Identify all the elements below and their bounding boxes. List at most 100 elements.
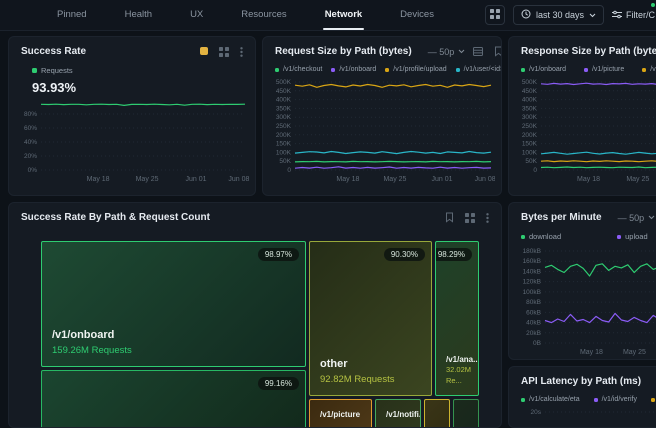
api-latency-chart[interactable]: 20s <box>515 405 656 428</box>
response-size-chart[interactable]: 050K100K150K200K250K300K350K400K450K500K… <box>515 77 656 183</box>
bytes-per-minute-chart[interactable]: 0B20kB40kB60kB80kB100kB120kB140kB160kB18… <box>515 246 656 356</box>
svg-text:140kB: 140kB <box>523 268 541 275</box>
kebab-menu-icon[interactable] <box>486 213 489 223</box>
alert-indicator-icon[interactable] <box>200 47 208 56</box>
panel-success-rate: Success Rate Requests 93.93% 0%20%40%60%… <box>8 36 256 196</box>
svg-text:0: 0 <box>287 167 291 174</box>
treemap-cell[interactable] <box>424 399 450 428</box>
chevron-down-icon <box>648 215 655 220</box>
svg-text:0%: 0% <box>28 167 38 174</box>
legend-item[interactable]: /v1/picture <box>584 66 624 73</box>
svg-text:May 18: May 18 <box>577 176 600 183</box>
legend-dot <box>521 68 525 72</box>
panel-title: Success Rate <box>21 46 86 57</box>
treemap-cell[interactable]: /v1/picture <box>309 399 372 428</box>
chevron-down-icon <box>458 49 465 54</box>
legend-dot <box>651 398 655 402</box>
pin-icon[interactable] <box>494 46 502 57</box>
legend-label: /v1/profile/upload <box>393 66 446 73</box>
aggregation-dropdown[interactable]: — 50p <box>618 213 656 223</box>
status-dot <box>651 3 655 7</box>
svg-text:40kB: 40kB <box>526 320 541 327</box>
aggregation-label: — 50p <box>618 213 645 223</box>
treemap-cell-label: /v1/onboard <box>52 328 295 343</box>
legend-item[interactable]: /v1/id/verify <box>594 396 637 403</box>
legend-label: /v1/onboard <box>339 66 376 73</box>
panel-success-by-path: Success Rate By Path & Request Count 98.… <box>8 202 502 428</box>
legend-label: /v1/pro <box>650 66 656 73</box>
top-nav: Pinned Health UX Resources Network Devic… <box>0 0 656 31</box>
sliders-icon <box>612 10 622 21</box>
legend-item[interactable]: /v1/user/<id>/profile <box>456 66 502 73</box>
svg-text:50K: 50K <box>279 158 291 165</box>
pin-icon[interactable] <box>445 212 454 223</box>
success-rate-badge: 98.97% <box>258 248 299 261</box>
tab-pinned[interactable]: Pinned <box>57 0 87 30</box>
legend-item[interactable]: upload <box>617 232 648 241</box>
svg-text:200K: 200K <box>522 132 538 139</box>
expand-icon[interactable] <box>465 213 475 223</box>
svg-text:May 25: May 25 <box>383 176 406 183</box>
legend-item[interactable]: /v1/pro <box>642 66 656 73</box>
legend-item[interactable]: download <box>521 232 561 241</box>
svg-text:May 25: May 25 <box>626 176 649 183</box>
treemap-cell-count: 92.82M Requests <box>320 373 421 386</box>
time-range-dropdown[interactable]: last 30 days <box>513 5 604 25</box>
svg-text:150K: 150K <box>276 141 292 148</box>
svg-text:120kB: 120kB <box>523 279 541 286</box>
treemap-cell[interactable] <box>453 399 479 428</box>
tab-network[interactable]: Network <box>325 0 362 30</box>
legend-item[interactable]: Requests <box>32 66 73 75</box>
panel-header: Bytes per Minute — 50p <box>509 203 656 223</box>
panel-header: Success Rate <box>9 37 255 57</box>
svg-text:250K: 250K <box>522 123 538 130</box>
svg-text:May 18: May 18 <box>336 176 359 183</box>
request-size-chart[interactable]: 050K100K150K200K250K300K350K400K450K500K… <box>269 77 495 183</box>
time-range-label: last 30 days <box>536 10 584 20</box>
svg-text:250K: 250K <box>276 123 292 130</box>
filter-compare-button[interactable]: Filter/C <box>612 10 655 21</box>
panel-request-size: Request Size by Path (bytes) — 50p /v1/c… <box>262 36 502 196</box>
expand-icon[interactable] <box>219 47 229 57</box>
legend-dot <box>331 68 335 72</box>
chevron-down-icon <box>589 10 596 20</box>
legend-item[interactable]: /v1/onbo <box>651 396 656 403</box>
legend-item[interactable]: /v1/checkout <box>275 66 322 73</box>
panel-response-size: Response Size by Path (bytes) — 50p /v1/… <box>508 36 656 196</box>
svg-text:Jun 08: Jun 08 <box>475 176 495 183</box>
legend-item[interactable]: /v1/calculate/eta <box>521 396 580 403</box>
aggregation-label: — 50p <box>428 47 455 57</box>
legend-label: /v1/onboard <box>529 66 566 73</box>
treemap-cell[interactable]: 98.97%/v1/onboard159.26M Requests <box>41 241 306 367</box>
panel-header: API Latency by Path (ms) — 50p <box>509 367 656 387</box>
svg-text:20s: 20s <box>531 409 542 416</box>
legend-item[interactable]: /v1/profile/upload <box>385 66 446 73</box>
kebab-menu-icon[interactable] <box>240 47 243 57</box>
svg-text:20%: 20% <box>24 153 37 160</box>
grid-layout-button[interactable] <box>485 5 505 25</box>
treemap-cell[interactable]: 98.29%/v1/ana...32.02M Re... <box>435 241 479 396</box>
legend-item[interactable]: /v1/onboard <box>521 66 566 73</box>
tab-ux[interactable]: UX <box>190 0 203 30</box>
tab-health[interactable]: Health <box>125 0 152 30</box>
treemap-cell[interactable]: 90.30%other92.82M Requests <box>309 241 432 396</box>
svg-text:May 18: May 18 <box>580 349 603 356</box>
table-view-icon[interactable] <box>473 47 483 56</box>
panel-title: API Latency by Path (ms) <box>521 376 641 387</box>
treemap-cell-label: /v1/ana... <box>446 354 468 365</box>
success-rate-chart[interactable]: 0%20%40%60%80%May 18May 25Jun 01Jun 08 <box>15 95 249 183</box>
treemap-cell-count: 32.02M Re... <box>446 365 468 386</box>
legend-label: /v1/calculate/eta <box>529 396 580 403</box>
legend-label: /v1/user/<id>/profile <box>464 66 502 73</box>
tab-resources[interactable]: Resources <box>241 0 286 30</box>
svg-text:Jun 01: Jun 01 <box>431 176 452 183</box>
success-rate-badge: 90.30% <box>384 248 425 261</box>
treemap: 98.97%/v1/onboard159.26M Requests99.16%9… <box>41 241 479 428</box>
panel-title: Bytes per Minute <box>521 212 602 223</box>
aggregation-dropdown[interactable]: — 50p <box>428 47 466 57</box>
svg-text:Jun 08: Jun 08 <box>228 176 249 183</box>
legend-item[interactable]: /v1/onboard <box>331 66 376 73</box>
treemap-cell[interactable]: 99.16% <box>41 370 306 428</box>
treemap-cell[interactable]: /v1/notifi... <box>375 399 421 428</box>
tab-devices[interactable]: Devices <box>400 0 434 30</box>
